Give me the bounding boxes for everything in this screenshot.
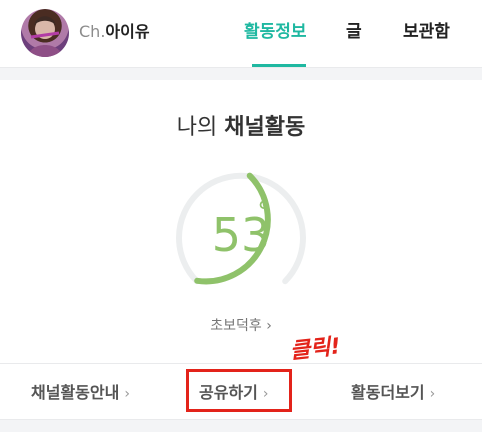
section-divider <box>0 67 482 80</box>
level-chevron-icon: › <box>266 318 272 334</box>
tab-posts[interactable]: 글 <box>346 20 362 44</box>
avatar-photo-icon <box>27 16 63 57</box>
gauge-unit: ° <box>257 195 271 228</box>
section-title: 나의 채널활동 <box>0 113 482 143</box>
bottom-divider <box>0 419 482 432</box>
tab-archive[interactable]: 보관함 <box>403 20 450 44</box>
section-title-main: 채널활동 <box>224 115 306 140</box>
tab-activity-info[interactable]: 활동정보 <box>244 20 307 44</box>
channel-avatar[interactable] <box>21 9 69 57</box>
channel-header: Ch.아이유 활동정보 글 보관함 <box>0 0 482 67</box>
more-activity-link[interactable]: 활동더보기 › <box>351 381 435 405</box>
share-highlight-box <box>186 369 292 412</box>
chevron-right-icon: › <box>429 386 436 402</box>
channel-title: 아이유 <box>105 22 150 41</box>
section-title-prefix: 나의 <box>176 115 218 140</box>
page: Ch.아이유 활동정보 글 보관함 나의 채널활동 53 ° 초보덕후 › 클릭… <box>0 0 482 432</box>
channel-prefix: Ch. <box>79 22 106 41</box>
more-activity-label: 활동더보기 <box>351 383 425 402</box>
activity-guide-link[interactable]: 채널활동안내 › <box>31 381 130 405</box>
chevron-right-icon: › <box>124 386 130 402</box>
level-label: 초보덕후 <box>210 318 262 334</box>
channel-name[interactable]: Ch.아이유 <box>79 21 150 43</box>
activity-guide-label: 채널활동안내 <box>31 383 120 402</box>
gauge-value: 53 <box>211 208 271 262</box>
level-link[interactable]: 초보덕후 › <box>0 316 482 336</box>
